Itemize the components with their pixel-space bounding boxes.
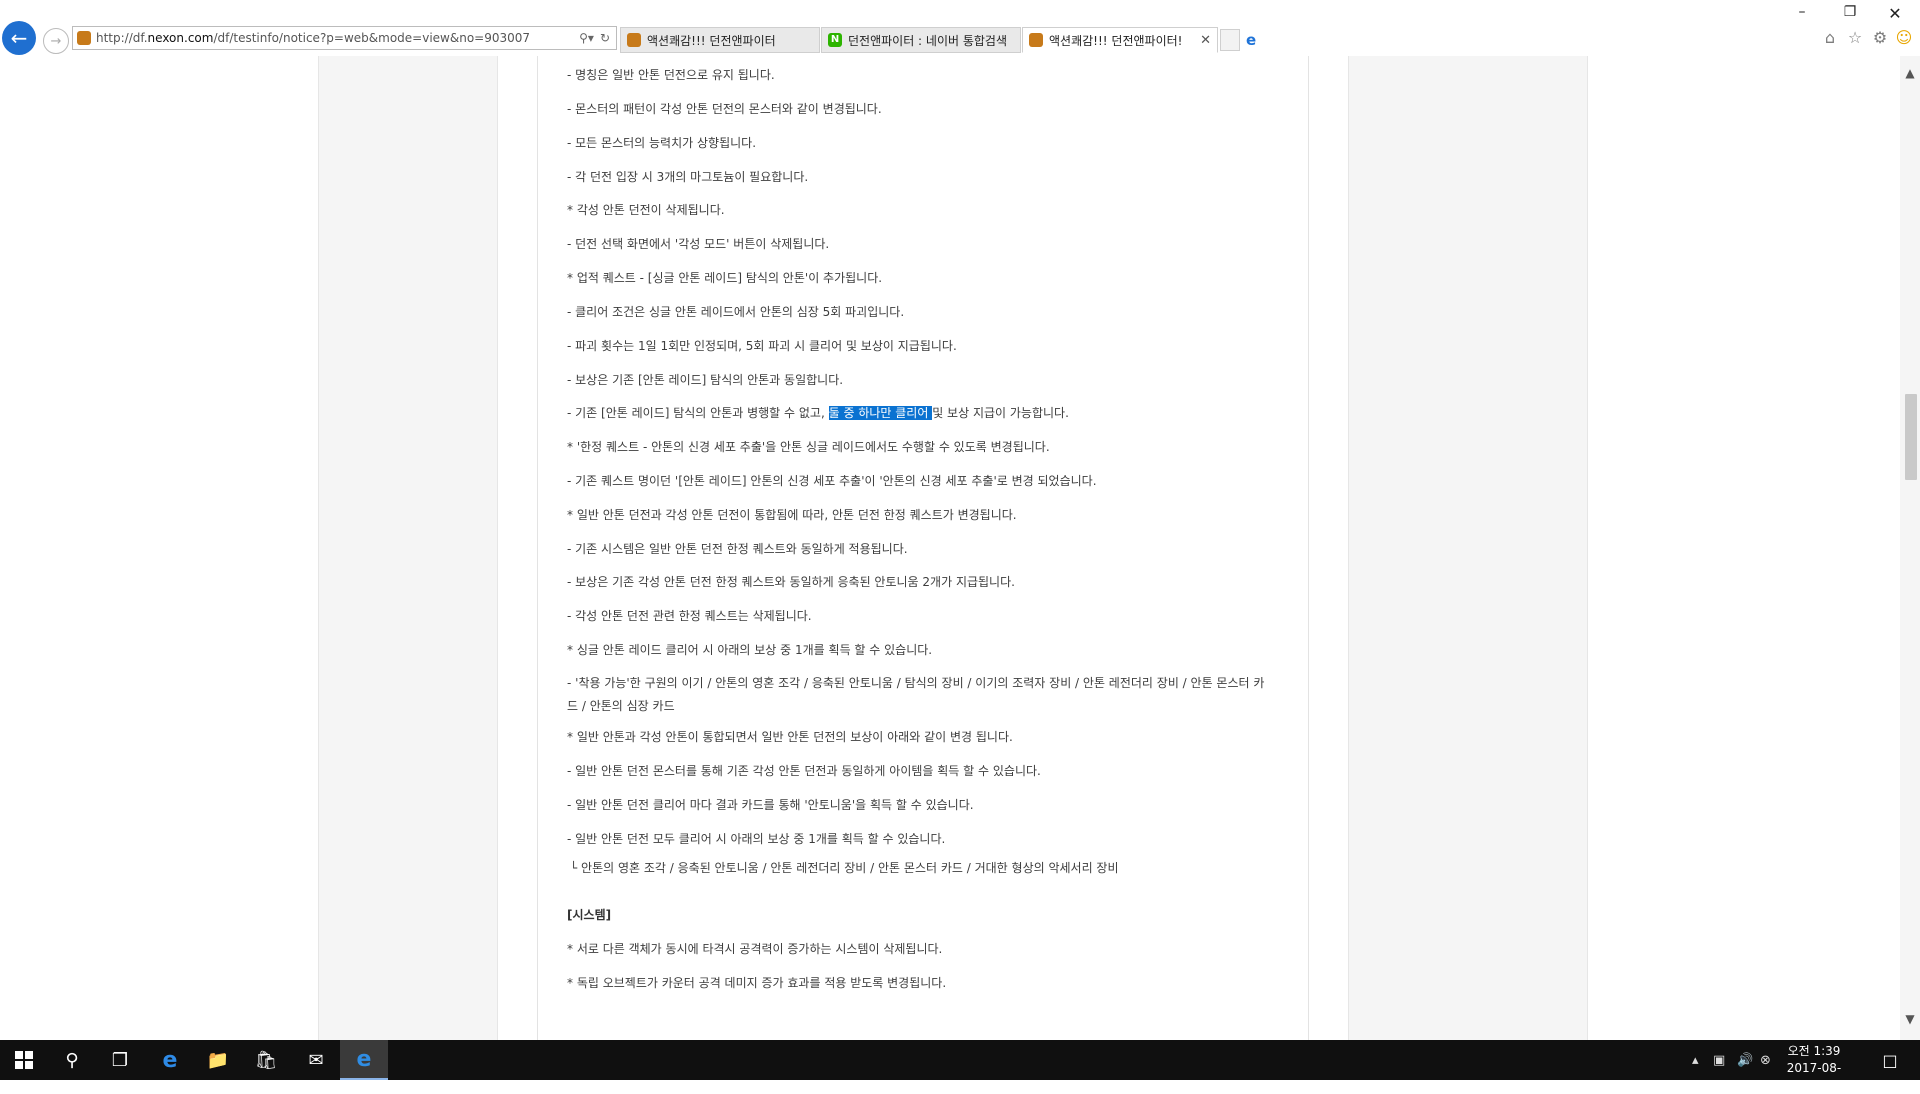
article-line: - 기존 시스템은 일반 안톤 던전 한정 퀘스트와 동일하게 적용됩니다. xyxy=(567,542,908,556)
article-line: - 각성 안톤 던전 관련 한정 퀘스트는 삭제됩니다. xyxy=(567,609,812,623)
web-page: - 일반 안톤 던전과 각성 안톤 던전이 통합됩니다.- 명칭은 일반 안톤 … xyxy=(0,56,1900,1040)
article-line: - 몬스터의 패턴이 각성 안톤 던전의 몬스터와 같이 변경됩니다. xyxy=(567,102,882,116)
forward-button[interactable]: → xyxy=(43,28,69,54)
article-line: - 일반 안톤 던전 클리어 마다 결과 카드를 통해 '안토니움'을 획득 할… xyxy=(567,798,974,812)
network-icon[interactable]: ▣ xyxy=(1713,1040,1725,1080)
tab-dnf-1[interactable]: 액션쾌감!!! 던전앤파이터 xyxy=(620,27,820,53)
site-favicon-icon xyxy=(77,31,91,45)
edge-browser-icon[interactable]: e xyxy=(146,1040,194,1080)
article-line: - 명칭은 일반 안톤 던전으로 유지 됩니다. xyxy=(567,68,775,82)
article-line: * 독립 오브젝트가 카운터 공격 데미지 증가 효과를 적용 받도록 변경됩니… xyxy=(567,976,947,990)
article-line: * '한정 퀘스트 - 안톤의 신경 세포 추출'을 안톤 싱글 레이드에서도 … xyxy=(567,440,1050,454)
clock-date: 2017-08-11 xyxy=(1786,1061,1842,1092)
article-line: - 보상은 기존 [안톤 레이드] 탐식의 안톤과 동일합니다. xyxy=(567,373,844,387)
favorites-star-icon[interactable]: ☆ xyxy=(1845,28,1865,48)
new-tab-button[interactable] xyxy=(1220,29,1240,51)
search-icon[interactable]: ⚲▾ xyxy=(579,31,594,45)
line-text: - 기존 [안톤 레이드] 탐식의 안톤과 병행할 수 없고, xyxy=(567,406,829,420)
article-line: * 일반 안톤 던전과 각성 안톤 던전이 통합됨에 따라, 안톤 던전 한정 … xyxy=(567,508,1017,522)
article-line: - 클리어 조건은 싱글 안톤 레이드에서 안톤의 심장 5회 파괴입니다. xyxy=(567,305,905,319)
back-button[interactable]: ← xyxy=(2,21,36,55)
task-view-icon[interactable]: ❐ xyxy=(96,1040,144,1080)
scroll-up-arrow-icon[interactable]: ▲ xyxy=(1900,66,1920,82)
notice-article: - 일반 안톤 던전과 각성 안톤 던전이 통합됩니다.- 명칭은 일반 안톤 … xyxy=(537,56,1309,1040)
close-button[interactable]: ✕ xyxy=(1880,4,1910,24)
article-line: - 각 던전 입장 시 3개의 마그토늄이 필요합니다. xyxy=(567,170,809,184)
store-icon[interactable]: 🛍 xyxy=(242,1040,290,1080)
tab-dnf-active[interactable]: 액션쾌감!!! 던전앤파이터! ✕ xyxy=(1022,27,1218,53)
article-line: * 싱글 안톤 레이드 클리어 시 아래의 보상 중 1개를 획득 할 수 있습… xyxy=(567,643,933,657)
article-line: * 서로 다른 객체가 동시에 타격시 공격력이 증가하는 시스템이 삭제됩니다… xyxy=(567,942,943,956)
url-prefix: http://df. xyxy=(96,31,148,45)
internet-explorer-icon[interactable]: e xyxy=(340,1040,388,1080)
left-sidebar xyxy=(318,56,498,1040)
naver-favicon-icon: N xyxy=(828,33,842,47)
selected-text[interactable]: 둘 중 하나만 클리어 xyxy=(828,406,933,420)
dnf-favicon-icon xyxy=(627,33,641,47)
volume-icon[interactable]: 🔊 xyxy=(1737,1040,1753,1080)
file-explorer-icon[interactable]: 📁 xyxy=(194,1040,242,1080)
windows-taskbar: ⚲ ❐ e 📁 🛍 ✉ e ▴ ▣ 🔊 ⊗ 오전 1:39 2017-08-11… xyxy=(0,1040,1920,1092)
url-text[interactable]: http://df.nexon.com/df/testinfo/notice?p… xyxy=(96,31,579,45)
back-arrow-icon: ← xyxy=(10,26,28,50)
ime-icon[interactable]: ⊗ xyxy=(1760,1040,1771,1080)
article-line: - 기존 퀘스트 명이던 '[안톤 레이드] 안톤의 신경 세포 추출'이 '안… xyxy=(567,474,1097,488)
article-line: └ 안톤의 영혼 조각 / 응축된 안토니움 / 안톤 레전더리 장비 / 안톤… xyxy=(570,861,1119,875)
gear-icon[interactable]: ⚙ xyxy=(1870,28,1890,48)
forward-arrow-icon: → xyxy=(50,33,62,49)
search-icon[interactable]: ⚲ xyxy=(48,1040,96,1080)
article-line: - 일반 안톤 던전 모두 클리어 시 아래의 보상 중 1개를 획득 할 수 … xyxy=(567,832,946,846)
right-sidebar xyxy=(1348,56,1588,1040)
article-line: * 업적 퀘스트 - [싱글 안톤 레이드] 탐식의 안톤'이 추가됩니다. xyxy=(567,271,883,285)
article-line: - 던전 선택 화면에서 '각성 모드' 버튼이 삭제됩니다. xyxy=(567,237,830,251)
article-line: * 일반 안톤과 각성 안톤이 통합되면서 일반 안톤 던전의 보상이 아래와 … xyxy=(567,730,1013,744)
refresh-icon[interactable]: ↻ xyxy=(600,31,610,45)
home-icon[interactable]: ⌂ xyxy=(1820,28,1840,48)
clock-time: 오전 1:39 xyxy=(1787,1044,1841,1058)
url-path: /df/testinfo/notice?p=web&mode=view&no=9… xyxy=(213,31,531,45)
tab-naver-search[interactable]: N 던전앤파이터 : 네이버 통합검색 xyxy=(821,27,1021,53)
maximize-button[interactable]: ❐ xyxy=(1835,4,1865,24)
article-line: - 보상은 기존 각성 안톤 던전 한정 퀘스트와 동일하게 응축된 안토니움 … xyxy=(567,575,1015,589)
article-line: - 파괴 횟수는 1일 1회만 인정되며, 5회 파괴 시 클리어 및 보상이 … xyxy=(567,339,957,353)
scroll-down-arrow-icon[interactable]: ▼ xyxy=(1900,1012,1920,1028)
tab-label: 액션쾌감!!! 던전앤파이터! xyxy=(1049,33,1183,48)
dnf-favicon-icon xyxy=(1029,33,1043,47)
tab-close-icon[interactable]: ✕ xyxy=(1194,33,1211,48)
section-heading: [시스템] xyxy=(567,908,612,922)
scroll-thumb[interactable] xyxy=(1905,394,1917,480)
browser-chrome: ← → http://df.nexon.com/df/testinfo/noti… xyxy=(0,0,1920,56)
article-line: - '착용 가능'한 구원의 이기 / 안톤의 영혼 조각 / 응축된 안토니움… xyxy=(567,676,1265,713)
article-line: * 각성 안톤 던전이 삭제됩니다. xyxy=(567,203,725,217)
address-bar[interactable]: http://df.nexon.com/df/testinfo/notice?p… xyxy=(72,26,617,50)
vertical-scrollbar[interactable]: ▲ ▼ xyxy=(1900,56,1920,1040)
tab-label: 액션쾌감!!! 던전앤파이터 xyxy=(647,33,776,48)
action-center-icon[interactable]: □ xyxy=(1866,1040,1914,1080)
article-line: - 모든 몬스터의 능력치가 상향됩니다. xyxy=(567,136,757,150)
feedback-smiley-icon[interactable]: ☺ xyxy=(1894,28,1914,48)
windows-start-icon[interactable] xyxy=(0,1040,48,1080)
minimize-button[interactable]: – xyxy=(1787,4,1817,24)
line-text: 및 보상 지급이 가능합니다. xyxy=(932,406,1069,420)
system-clock[interactable]: 오전 1:39 2017-08-11 xyxy=(1782,1043,1846,1094)
article-line: - 일반 안톤 던전 몬스터를 통해 기존 각성 안톤 던전과 동일하게 아이템… xyxy=(567,764,1041,778)
ie-logo-icon[interactable]: e xyxy=(1246,32,1262,48)
article-line: - 기존 [안톤 레이드] 탐식의 안톤과 병행할 수 없고, 둘 중 하나만 … xyxy=(567,406,1069,420)
url-domain: nexon.com xyxy=(147,31,214,45)
tab-label: 던전앤파이터 : 네이버 통합검색 xyxy=(848,33,1008,48)
tray-expand-icon[interactable]: ▴ xyxy=(1692,1040,1699,1080)
mail-icon[interactable]: ✉ xyxy=(292,1040,340,1080)
